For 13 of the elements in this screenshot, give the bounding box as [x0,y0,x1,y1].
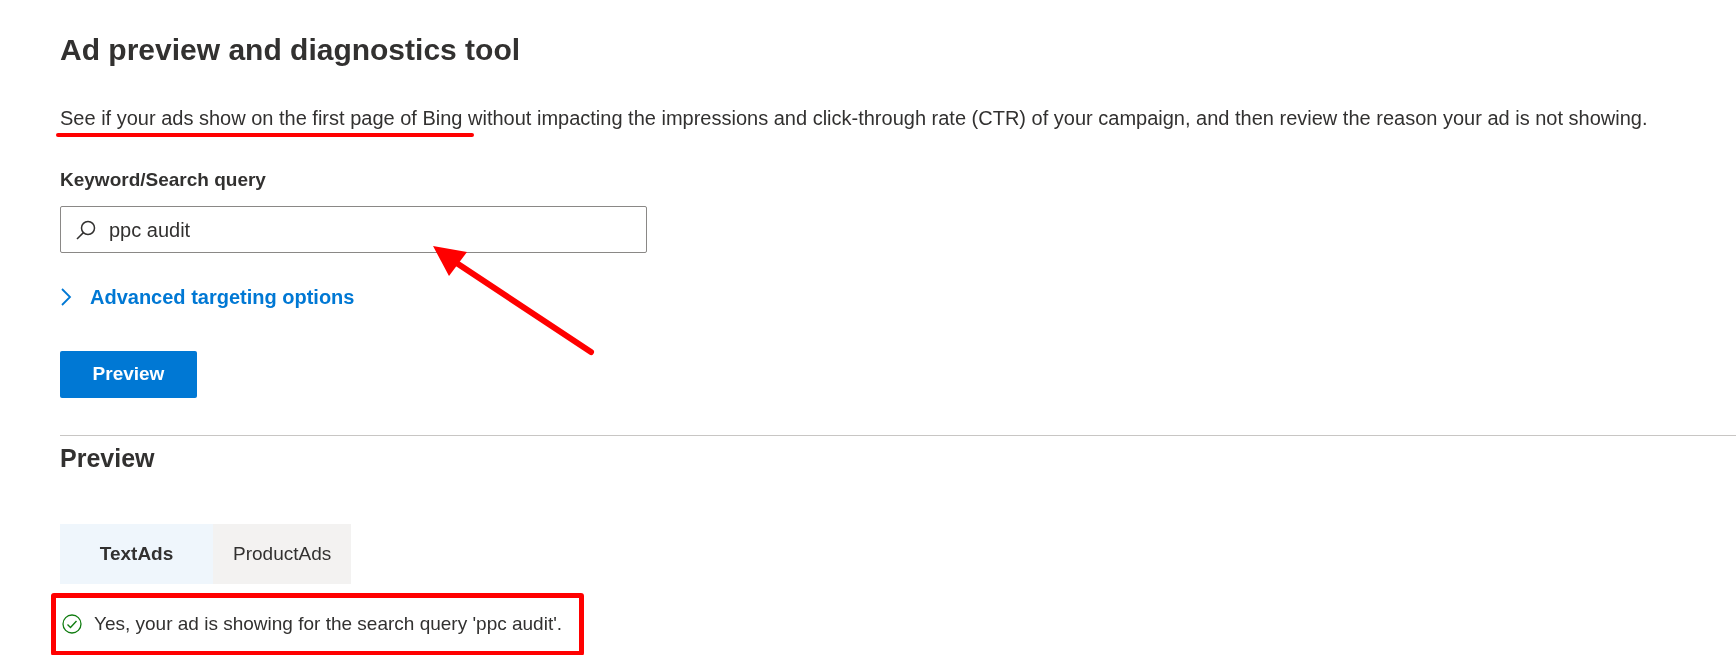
advanced-targeting-link[interactable]: Advanced targeting options [60,282,355,312]
tab[interactable]: ProductAds [213,524,352,584]
search-input[interactable]: ppc audit [109,214,632,245]
status-message: Yes, your ad is showing for the search query 'ppc audit'. [94,612,563,636]
description-text: See if your ads show on the first page of Bing without impacting the impressions and click-through rate (CTR) of your campaign, and then review the reason your ad is not showing. [60,106,1648,131]
preview-button[interactable]: Preview [60,351,197,398]
page-title: Ad preview and diagnostics tool [60,32,521,68]
check-circle-icon [62,614,82,634]
section-heading: Preview [60,443,155,474]
tab[interactable]: TextAds [60,524,213,584]
search-field[interactable]: ppc audit [60,206,647,253]
search-icon [75,218,97,241]
field-label: Keyword/Search query [60,168,266,192]
